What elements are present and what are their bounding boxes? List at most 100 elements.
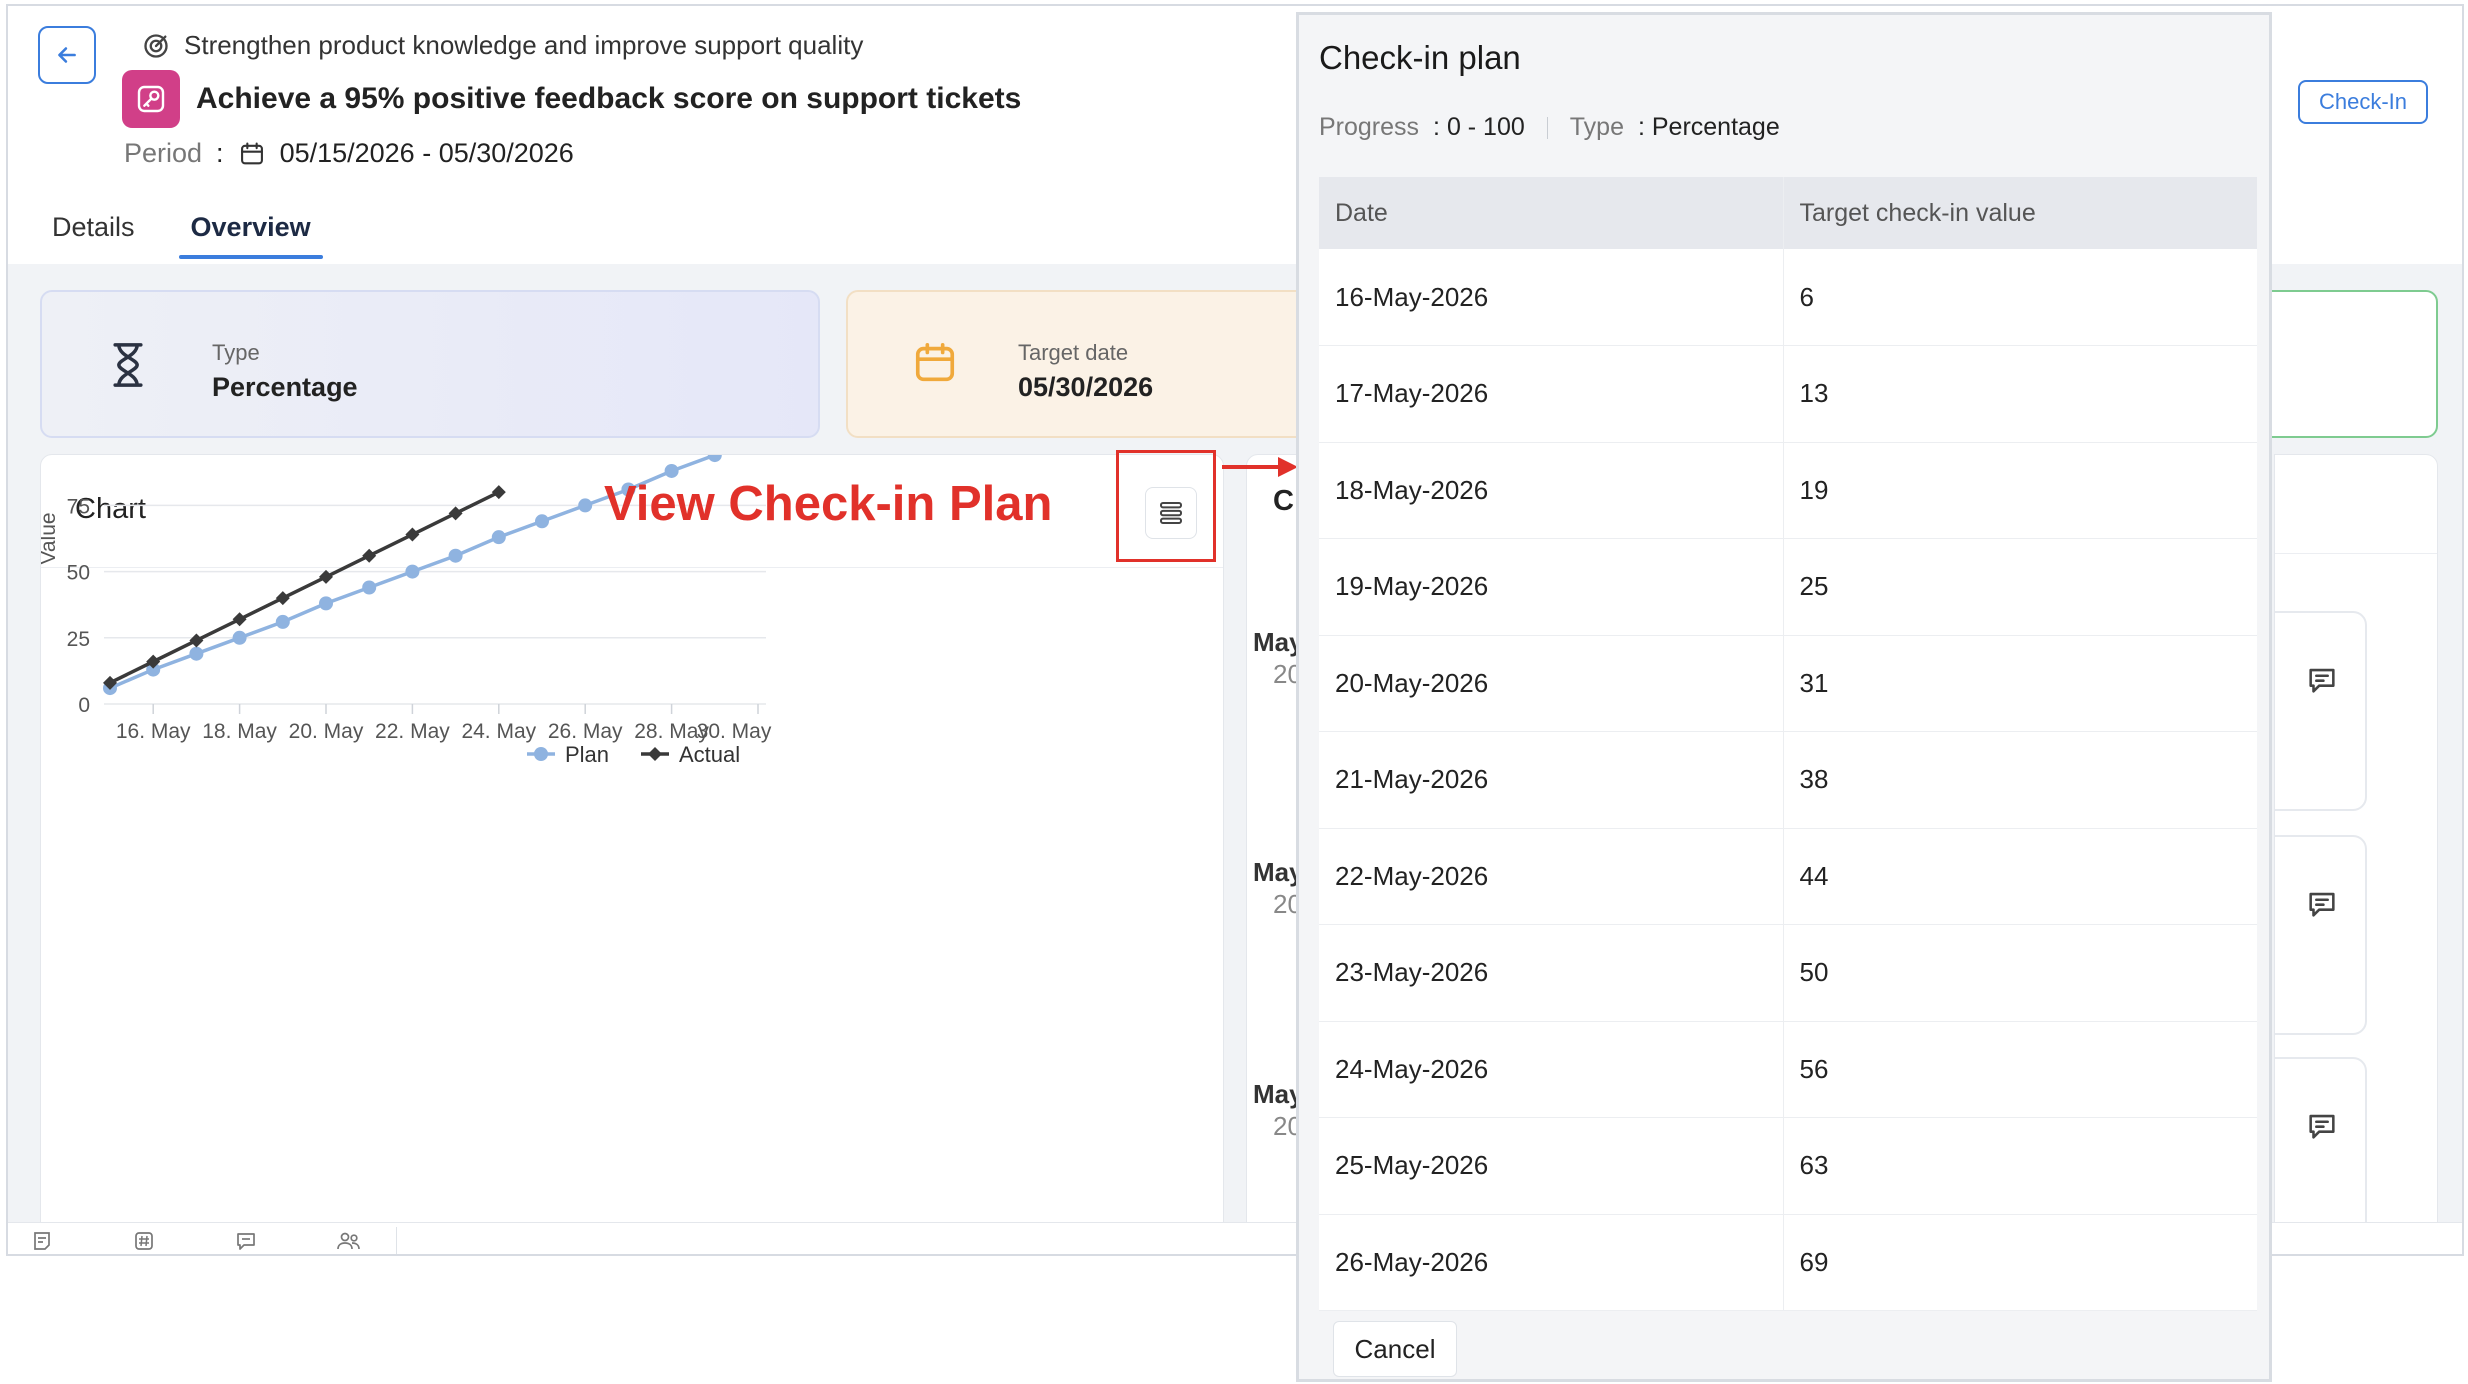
y-tick-label: 25 — [67, 628, 90, 651]
legend-plan[interactable]: Plan — [565, 742, 609, 767]
plan-point[interactable] — [189, 646, 204, 661]
target-date-label: Target date — [1018, 340, 1129, 365]
plan-point[interactable] — [275, 614, 290, 629]
target-value-cell: 63 — [1783, 1117, 2257, 1215]
chart-card: Chart 0255075100125Value16. May18. May20… — [40, 454, 1224, 1254]
check-in-button[interactable]: Check-In — [2298, 80, 2428, 124]
users-icon[interactable] — [336, 1229, 362, 1253]
history-card — [2275, 611, 2367, 811]
type-card-label: Type — [212, 340, 260, 365]
tab-overview[interactable]: Overview — [178, 212, 323, 259]
type-value: : Percentage — [1637, 113, 1780, 141]
date-cell: 23-May-2026 — [1319, 924, 1784, 1022]
date-cell: 19-May-2026 — [1319, 538, 1784, 636]
table-row: 23-May-2026 50 — [1319, 924, 2257, 1022]
target-value-cell: 69 — [1783, 1214, 2257, 1311]
target-date-value: 05/30/2026 — [1018, 372, 1154, 402]
x-tick-label: 20. May — [289, 720, 364, 743]
target-value-cell: 13 — [1783, 345, 2257, 443]
plan-point[interactable] — [535, 514, 549, 529]
target-value-cell: 19 — [1783, 442, 2257, 539]
target-value-cell: 25 — [1783, 538, 2257, 636]
y-tick-label: 0 — [78, 694, 90, 717]
annotation-highlight-box — [1116, 450, 1216, 562]
actual-point[interactable] — [448, 506, 463, 521]
checkin-plan-modal: Check-in plan Progress : 0 - 100 Type : … — [1296, 12, 2272, 1382]
comment-icon[interactable] — [2305, 887, 2339, 921]
goal-title: Achieve a 95% positive feedback score on… — [196, 82, 1022, 115]
table-row: 21-May-2026 38 — [1319, 731, 2257, 829]
target-date-card: Target date 05/30/2026 — [846, 290, 1366, 438]
meta-separator — [1546, 116, 1548, 139]
table-body: 16-May-2026 6 17-May-2026 13 18-May-2026 19 19… — [1319, 249, 2257, 1311]
cancel-button[interactable]: Cancel — [1333, 1321, 1457, 1377]
target-value-cell: 50 — [1783, 924, 2257, 1022]
legend-actual[interactable]: Actual — [679, 742, 740, 767]
table-row: 19-May-2026 25 — [1319, 538, 2257, 636]
actual-point[interactable] — [362, 548, 377, 563]
x-tick-label: 18. May — [202, 720, 277, 743]
plan-point[interactable] — [319, 596, 333, 611]
notes-icon[interactable] — [30, 1229, 54, 1253]
target-value-cell: 6 — [1783, 249, 2257, 346]
table-row: 25-May-2026 63 — [1319, 1117, 2257, 1215]
period-value: 05/15/2026 - 05/30/2026 — [279, 138, 574, 168]
chat-icon[interactable] — [234, 1229, 258, 1253]
table-row: 24-May-2026 56 — [1319, 1021, 2257, 1118]
comment-icon[interactable] — [2305, 1109, 2339, 1143]
plan-point[interactable] — [707, 455, 722, 463]
modal-title: Check-in plan — [1319, 39, 1521, 76]
plan-point[interactable] — [362, 580, 377, 595]
type-card: Type Percentage — [40, 290, 820, 438]
target-value-cell: 38 — [1783, 731, 2257, 829]
hashtag-icon[interactable] — [132, 1229, 156, 1253]
period-colon: : — [216, 138, 224, 168]
target-icon — [144, 33, 168, 58]
breadcrumb-label: Strengthen product knowledge and improve… — [184, 30, 864, 60]
actual-point[interactable] — [405, 527, 420, 542]
breadcrumb[interactable]: Strengthen product knowledge and improve… — [142, 30, 863, 61]
view-checkin-plan-annotation: View Check-in Plan — [604, 477, 1053, 531]
progress-label: Progress — [1319, 113, 1420, 141]
plan-point[interactable] — [578, 498, 593, 513]
target-value-cell: 31 — [1783, 635, 2257, 732]
date-cell: 26-May-2026 — [1319, 1214, 1784, 1311]
checkin-plan-table: Date Target check-in value 16-May-2026 6 1… — [1319, 177, 2257, 1311]
period-row: Period : 05/15/2026 - 05/30/2026 — [124, 138, 574, 169]
table-row: 16-May-2026 6 — [1319, 249, 2257, 346]
x-tick-label: 16. May — [116, 720, 191, 743]
column-header-date: Date — [1319, 177, 1784, 249]
progress-value: : 0 - 100 — [1433, 113, 1525, 141]
table-header-row: Date Target check-in value — [1319, 177, 2257, 249]
modal-meta: Progress : 0 - 100 Type : Percentage — [1319, 113, 1780, 142]
actual-point[interactable] — [189, 633, 204, 648]
legend-actual-marker — [648, 747, 662, 761]
table-row: 20-May-2026 31 — [1319, 635, 2257, 732]
period-label: Period — [124, 138, 203, 168]
actual-point[interactable] — [491, 485, 506, 500]
y-axis-label: Value — [41, 512, 60, 564]
table-row: 18-May-2026 19 — [1319, 442, 2257, 539]
date-cell: 16-May-2026 — [1319, 249, 1784, 346]
x-tick-label: 22. May — [375, 720, 450, 743]
back-button[interactable] — [38, 26, 96, 84]
plan-point[interactable] — [448, 548, 463, 563]
series-line-actual — [109, 490, 500, 685]
type-label: Type — [1569, 113, 1624, 141]
plan-point[interactable] — [232, 630, 247, 645]
plan-point[interactable] — [405, 564, 420, 579]
annotation-arrow-icon — [1222, 457, 1298, 477]
table-row: 22-May-2026 44 — [1319, 828, 2257, 925]
table-row: 17-May-2026 13 — [1319, 345, 2257, 443]
actual-point[interactable] — [232, 612, 247, 627]
comment-icon[interactable] — [2305, 663, 2339, 697]
date-cell: 21-May-2026 — [1319, 731, 1784, 829]
plan-point[interactable] — [491, 530, 506, 545]
actual-point[interactable] — [275, 591, 290, 606]
history-cards-panel — [2274, 454, 2438, 1254]
target-value-cell: 44 — [1783, 828, 2257, 925]
date-cell: 20-May-2026 — [1319, 635, 1784, 732]
progress-line-chart: 0255075100125Value16. May18. May20. May2… — [41, 455, 772, 767]
tab-details[interactable]: Details — [52, 212, 135, 259]
y-tick-label: 75 — [67, 495, 90, 518]
